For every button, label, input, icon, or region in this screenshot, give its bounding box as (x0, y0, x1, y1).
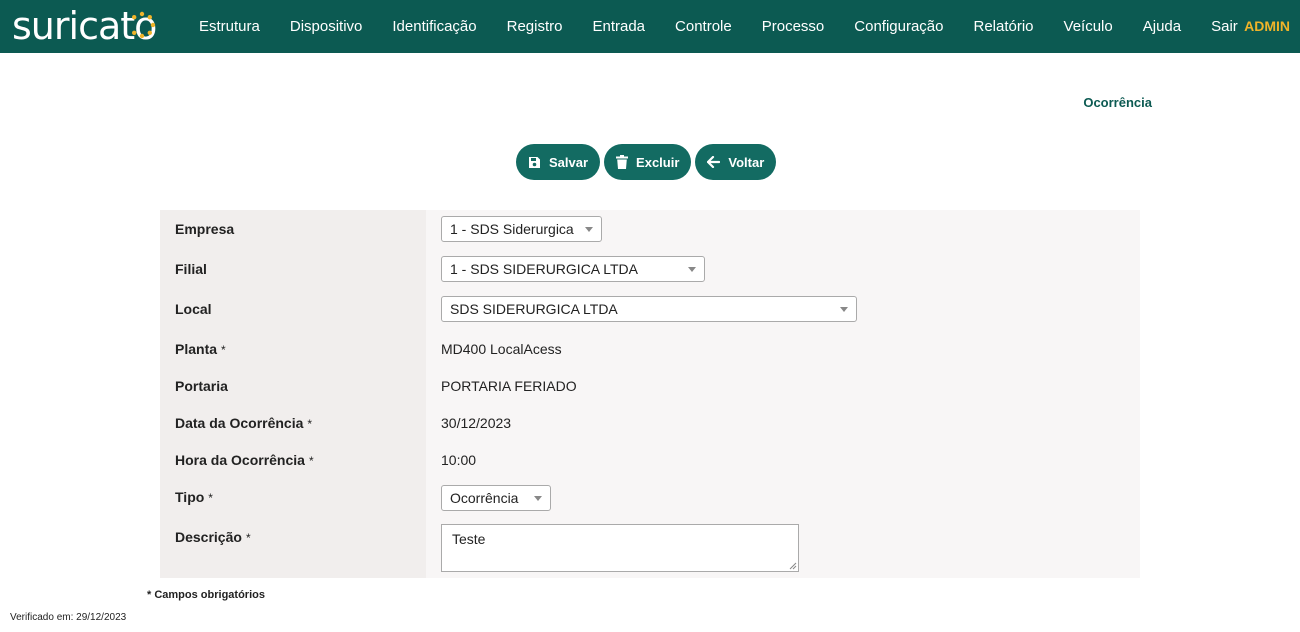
trash-icon (616, 155, 629, 169)
hora-ocorrencia-label: Hora da Ocorrência * (175, 452, 314, 468)
portaria-label: Portaria (175, 378, 228, 394)
empresa-label: Empresa (175, 221, 235, 237)
filial-select-value: 1 - SDS SIDERURGICA LTDA (450, 261, 639, 277)
descricao-textarea[interactable]: Teste (441, 524, 799, 572)
top-navbar: suricato Estrutura Dispositivo Identific… (0, 0, 1300, 53)
data-ocorrencia-label: Data da Ocorrência * (175, 415, 313, 431)
back-button-label: Voltar (728, 154, 765, 170)
local-select[interactable]: SDS SIDERURGICA LTDA (441, 296, 857, 322)
nav-item-entrada[interactable]: Entrada (577, 0, 660, 53)
page-title: Ocorrência (1083, 95, 1152, 110)
back-button[interactable]: Voltar (695, 144, 777, 180)
main-nav: Estrutura Dispositivo Identificação Regi… (184, 0, 1253, 53)
filial-label: Filial (175, 261, 207, 277)
chevron-down-icon (585, 227, 593, 232)
floppy-disk-icon (529, 156, 540, 168)
planta-value: MD400 LocalAcess (441, 341, 562, 357)
action-toolbar: Salvar Excluir Voltar (516, 144, 777, 180)
nav-item-estrutura[interactable]: Estrutura (184, 0, 275, 53)
nav-item-registro[interactable]: Registro (492, 0, 578, 53)
resize-handle-icon[interactable] (789, 562, 797, 570)
occurrence-form: Empresa 1 - SDS Siderurgica Filial 1 - S… (160, 210, 1140, 578)
hora-ocorrencia-value: 10:00 (441, 452, 477, 468)
data-ocorrencia-value: 30/12/2023 (441, 415, 512, 431)
empresa-select-value: 1 - SDS Siderurgica (450, 221, 574, 237)
nav-item-configuracao[interactable]: Configuração (839, 0, 958, 53)
user-menu-admin[interactable]: ADMIN (1244, 0, 1290, 53)
save-button[interactable]: Salvar (516, 144, 601, 180)
nav-item-dispositivo[interactable]: Dispositivo (275, 0, 378, 53)
nav-item-identificacao[interactable]: Identificação (377, 0, 491, 53)
nav-item-controle[interactable]: Controle (660, 0, 747, 53)
portaria-value: PORTARIA FERIADO (441, 378, 577, 394)
local-label: Local (175, 301, 212, 317)
verified-date: Verificado em: 29/12/2023 (10, 612, 127, 623)
nav-item-ajuda[interactable]: Ajuda (1128, 0, 1196, 53)
arrow-left-icon (707, 156, 721, 168)
save-button-label: Salvar (549, 154, 589, 170)
tipo-label: Tipo * (175, 489, 213, 505)
nav-item-relatorio[interactable]: Relatório (959, 0, 1049, 53)
chevron-down-icon (840, 307, 848, 312)
filial-select[interactable]: 1 - SDS SIDERURGICA LTDA (441, 256, 705, 282)
empresa-select[interactable]: 1 - SDS Siderurgica (441, 216, 602, 242)
planta-label: Planta * (175, 341, 226, 357)
required-fields-note: * Campos obrigatórios (147, 589, 265, 601)
delete-button[interactable]: Excluir (604, 144, 692, 180)
tipo-select-value: Ocorrência (450, 490, 519, 506)
delete-button-label: Excluir (636, 154, 680, 170)
descricao-label: Descrição * (175, 529, 251, 545)
nav-item-veiculo[interactable]: Veículo (1049, 0, 1128, 53)
logo-dots-icon (132, 11, 156, 39)
chevron-down-icon (688, 267, 696, 272)
nav-item-processo[interactable]: Processo (747, 0, 840, 53)
tipo-select[interactable]: Ocorrência (441, 485, 551, 511)
chevron-down-icon (534, 496, 542, 501)
descricao-text: Teste (452, 531, 486, 547)
local-select-value: SDS SIDERURGICA LTDA (450, 301, 618, 317)
